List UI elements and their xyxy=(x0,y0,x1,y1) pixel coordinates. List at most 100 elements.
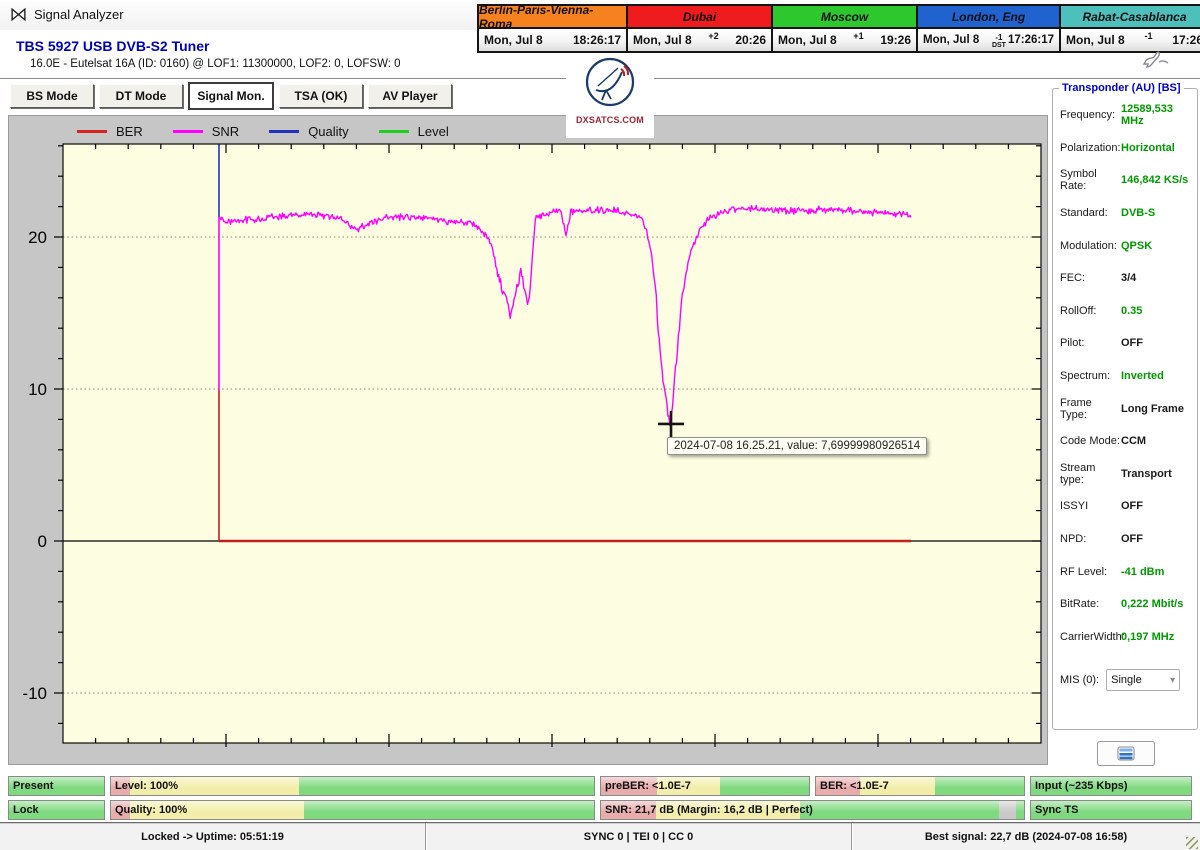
signature-icon xyxy=(1140,46,1174,75)
status-cell: Quality: 100% xyxy=(110,800,595,820)
window-title: Signal Analyzer xyxy=(34,7,124,22)
mis-label: MIS (0): xyxy=(1060,674,1100,686)
clock-city-label: Berlin-Paris-Vienna-Roma xyxy=(479,3,626,31)
clock-utc-offset: +1 xyxy=(853,31,864,41)
clock-time: 18:26:17 xyxy=(572,33,621,47)
transponder-row-value: Horizontal xyxy=(1121,141,1175,154)
status-cell: Sync TS xyxy=(1030,800,1192,820)
transponder-row-value: -41 dBm xyxy=(1121,565,1165,578)
transponder-row-value: 0,222 Mbit/s xyxy=(1121,598,1184,611)
status-bar: Locked -> Uptime: 05:51:19 SYNC 0 | TEI … xyxy=(0,822,1200,850)
clock-city-label: Moscow xyxy=(773,6,916,29)
transponder-row: NPD: OFF xyxy=(1053,523,1197,556)
resize-grip[interactable] xyxy=(1186,837,1198,849)
status-cell-label: Sync TS xyxy=(1035,804,1079,816)
clock-london: London, Eng Mon, Jul 8 -1 DST 17:26:17 xyxy=(916,4,1061,53)
clock-dubai: Dubai Mon, Jul 8 +2 20:26 xyxy=(626,4,773,53)
transponder-row-label: Stream type: xyxy=(1060,461,1096,486)
status-cell-label: Input (~235 Kbps) xyxy=(1035,780,1128,792)
transponder-row: Spectrum: Inverted xyxy=(1053,360,1197,393)
status-best-signal: Best signal: 22,7 dB (2024-07-08 16:58) xyxy=(852,823,1200,850)
transponder-row: RollOff: 0.35 xyxy=(1053,295,1197,328)
transponder-row-label: ISSYI xyxy=(1060,500,1089,513)
status-cell: preBER: <1.0E-7 xyxy=(600,776,810,796)
clock-city-label: Dubai xyxy=(628,6,771,29)
status-cell-label: Present xyxy=(13,780,54,792)
transponder-row-label: Symbol Rate: xyxy=(1060,168,1097,193)
transponder-row: Code Mode: CCM xyxy=(1053,425,1197,458)
meter-segment xyxy=(998,801,1016,819)
transponder-row-value: 0.35 xyxy=(1121,304,1143,317)
status-cell: BER: <1.0E-7 xyxy=(815,776,1025,796)
clock-time: 19:26 xyxy=(880,33,912,47)
meter-segment xyxy=(299,777,594,795)
status-meter xyxy=(111,777,594,795)
svg-text:20: 20 xyxy=(28,228,47,247)
status-cell-label: Level: 100% xyxy=(115,780,178,792)
svg-text:-10: -10 xyxy=(22,684,47,703)
status-lock-uptime: Locked -> Uptime: 05:51:19 xyxy=(0,823,426,850)
transponder-panel: Transponder (AU) [BS] Frequency: 12589,53… xyxy=(1052,82,1198,730)
status-cell-label: BER: <1.0E-7 xyxy=(820,780,889,792)
tab-av-player[interactable]: AV Player xyxy=(368,84,452,108)
status-cell: Lock xyxy=(8,800,105,820)
stream-stack-icon xyxy=(1117,746,1135,761)
transponder-row-value: CCM xyxy=(1121,435,1147,448)
mis-value: Single xyxy=(1111,674,1142,686)
tab-tsa[interactable]: TSA (OK) xyxy=(279,84,363,108)
tuner-subtitle: 16.0E - Eutelsat 16A (ID: 0160) @ LOF1: … xyxy=(30,58,401,70)
transponder-row: RF Level: -41 dBm xyxy=(1053,555,1197,588)
tab-signal-mon[interactable]: Signal Mon. xyxy=(188,82,274,110)
tab-dt-mode[interactable]: DT Mode xyxy=(99,84,183,108)
transponder-row: Pilot: OFF xyxy=(1053,327,1197,360)
transponder-row-label: RF Level: xyxy=(1060,565,1108,578)
transponder-row-label: Pilot: xyxy=(1060,337,1085,350)
chevron-down-icon: ▾ xyxy=(1170,674,1176,686)
transponder-row-label: Code Mode: xyxy=(1060,435,1120,448)
status-cell: SNR: 21,7 dB (Margin: 16,2 dB | Perfect) xyxy=(600,800,1025,820)
tab-bs-mode[interactable]: BS Mode xyxy=(10,84,94,108)
transponder-row-value: 146,842 KS/s xyxy=(1121,174,1189,187)
mis-dropdown[interactable]: Single ▾ xyxy=(1106,669,1181,691)
transponder-row-value: OFF xyxy=(1121,337,1143,350)
status-cell-label: preBER: <1.0E-7 xyxy=(605,780,691,792)
svg-text:0: 0 xyxy=(38,532,47,551)
transponder-row: CarrierWidth: 0,197 MHz xyxy=(1053,621,1197,654)
mode-tabs: BS Mode DT Mode Signal Mon. TSA (OK) AV … xyxy=(10,82,452,110)
transponder-row: Standard: DVB-S xyxy=(1053,197,1197,230)
stream-record-button[interactable] xyxy=(1097,741,1155,766)
transponder-panel-title: Transponder (AU) [BS] xyxy=(1059,82,1184,94)
transponder-row-label: Polarization: xyxy=(1060,141,1121,154)
transponder-row-value: QPSK xyxy=(1121,239,1153,252)
clock-moscow: Moscow Mon, Jul 8 +1 19:26 xyxy=(771,4,918,53)
transponder-row-value: 3/4 xyxy=(1121,272,1137,285)
signal-analyzer-window: Signal Analyzer Berlin-Paris-Vienna-Roma… xyxy=(0,0,1200,850)
clock-berlin: Berlin-Paris-Vienna-Roma Mon, Jul 8 18:2… xyxy=(477,3,628,53)
transponder-row-label: Frame Type: xyxy=(1060,396,1092,421)
transponder-row-value: Inverted xyxy=(1121,370,1164,383)
clock-date: Mon, Jul 8 xyxy=(633,33,692,47)
clock-city-label: London, Eng xyxy=(918,6,1059,29)
clock-date: Mon, Jul 8 xyxy=(923,34,980,46)
clock-date: Mon, Jul 8 xyxy=(484,33,543,47)
status-cell: Present xyxy=(8,776,105,796)
transponder-row-value: 0,197 MHz xyxy=(1121,630,1175,643)
status-cell-label: Quality: 100% xyxy=(115,804,188,816)
satellite-dish-icon xyxy=(585,57,635,107)
transponder-row: Frequency: 12589,533 MHz xyxy=(1053,99,1197,132)
clock-dst-indicator: -1 DST xyxy=(991,32,1006,49)
transponder-row-label: FEC: xyxy=(1060,272,1086,285)
world-clocks: Berlin-Paris-Vienna-Roma Mon, Jul 8 18:2… xyxy=(477,3,1200,53)
clock-date: Mon, Jul 8 xyxy=(1066,33,1125,47)
transponder-row-label: RollOff: xyxy=(1060,304,1097,317)
transponder-row: Stream type: Transport xyxy=(1053,458,1197,491)
mis-row: MIS (0): Single ▾ xyxy=(1060,669,1192,691)
transponder-row-label: Frequency: xyxy=(1060,109,1116,122)
transponder-row: Polarization: Horizontal xyxy=(1053,132,1197,165)
transponder-row-value: OFF xyxy=(1121,500,1143,513)
clock-utc-offset: +2 xyxy=(708,31,719,41)
meter-segment xyxy=(1015,801,1024,819)
clock-time: 17:26 xyxy=(1172,33,1200,47)
meter-segment xyxy=(304,801,594,819)
clock-city-label: Rabat-Casablanca xyxy=(1061,6,1200,29)
